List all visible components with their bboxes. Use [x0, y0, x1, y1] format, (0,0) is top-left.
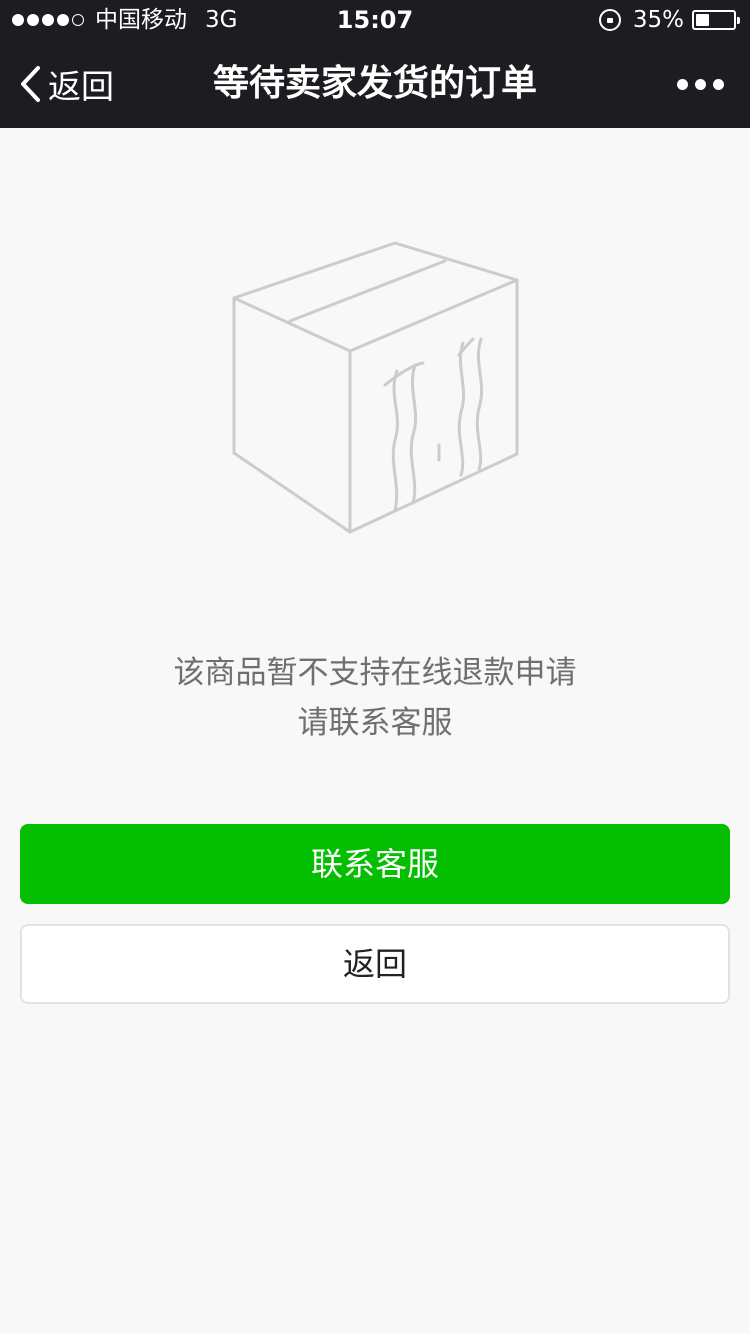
lock-rotation-icon [598, 9, 621, 31]
notice-line-1: 该商品暂不支持在线退款申请 [173, 655, 577, 691]
empty-box-illustration [232, 241, 519, 534]
notice-message: 该商品暂不支持在线退款申请 请联系客服 [0, 648, 750, 748]
more-icon-dot [695, 78, 706, 90]
page-title: 等待卖家发货的订单 [212, 63, 537, 104]
battery-percent: 35% [632, 7, 684, 33]
status-bar: 中国移动 3G 15:07 35% [0, 0, 750, 40]
contact-service-button[interactable]: 联系客服 [20, 824, 730, 904]
notice-line-2: 请联系客服 [297, 705, 453, 741]
more-icon-dot [677, 78, 688, 90]
more-button[interactable] [670, 40, 724, 128]
nav-bar: 返回 等待卖家发货的订单 [0, 40, 750, 128]
battery-icon [692, 10, 740, 30]
top-bar: 中国移动 3G 15:07 35% 返回 等待卖家发货的订单 [0, 0, 750, 128]
return-button[interactable]: 返回 [20, 924, 730, 1004]
more-icon-dot [713, 78, 724, 90]
